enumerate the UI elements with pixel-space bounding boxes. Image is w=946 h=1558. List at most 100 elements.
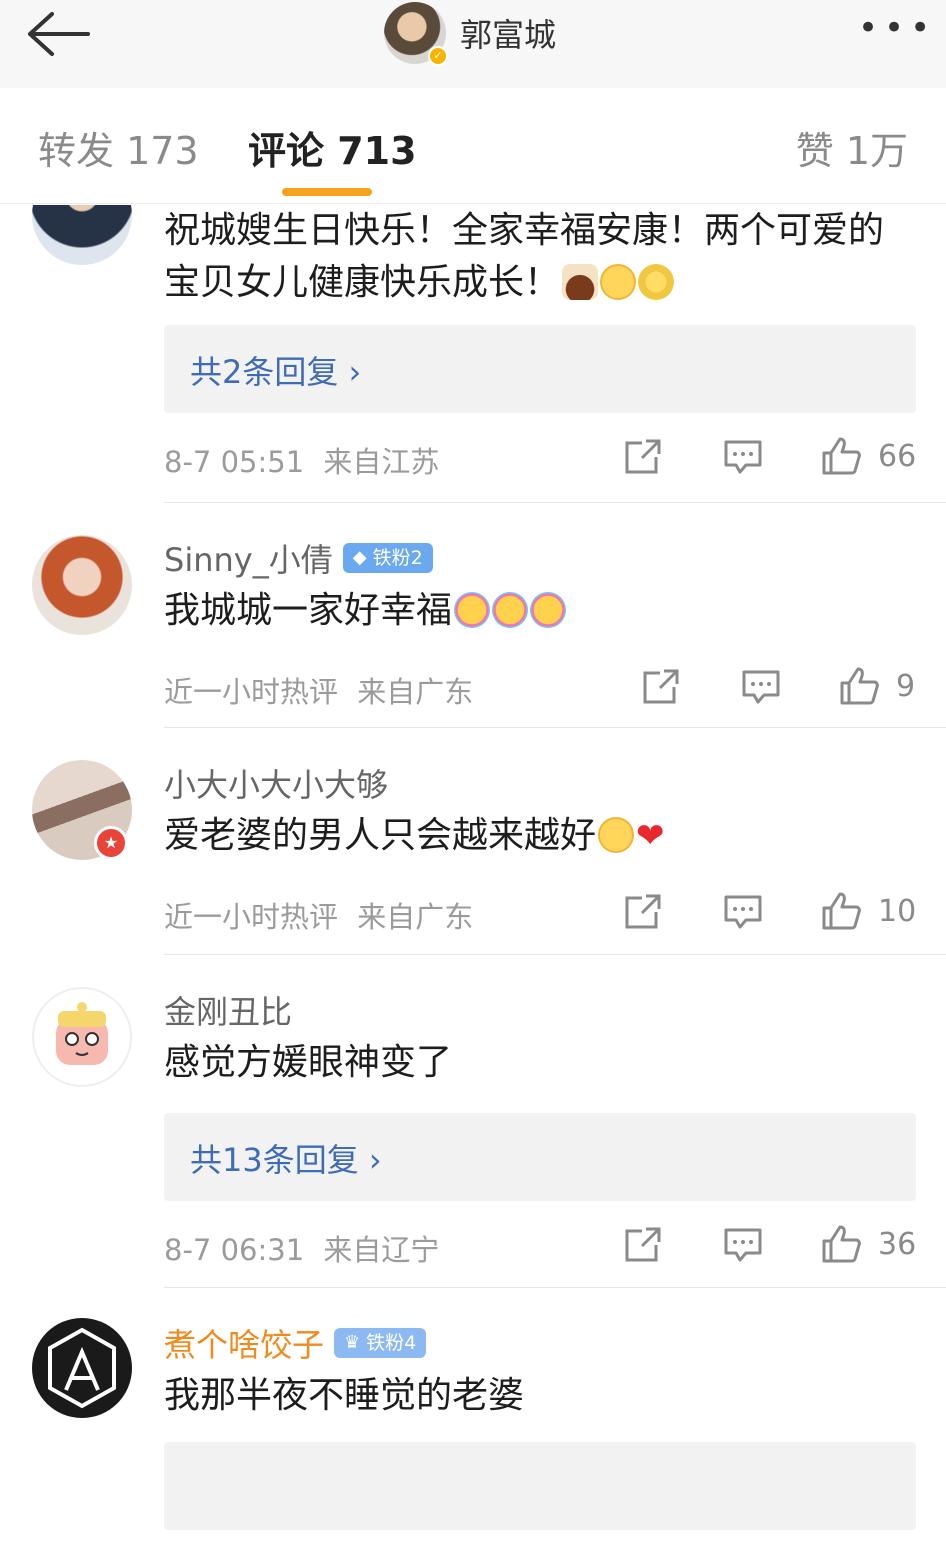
- divider: [164, 502, 946, 503]
- comment-text: 感觉方媛眼神变了: [164, 1042, 453, 1083]
- reply-button[interactable]: [740, 667, 782, 707]
- more-dots-icon: •••: [858, 8, 937, 48]
- location: 来自广东: [357, 675, 474, 709]
- comment-item: 煮个啥饺子 ♛ 铁粉4 我那半夜不睡觉的老婆: [0, 1290, 946, 1558]
- fan-badge: ◆ 铁粉2: [342, 543, 433, 573]
- tab-bar: 转发 173 评论 713 赞 1万: [0, 88, 946, 204]
- smile-emoji-icon: [600, 264, 637, 300]
- username[interactable]: 小大小大小大够: [164, 760, 388, 806]
- avatar[interactable]: [32, 205, 132, 265]
- verified-badge-icon: ✓: [428, 46, 448, 66]
- share-icon: [625, 1227, 661, 1262]
- replies-link[interactable]: 共2条回复 ›: [164, 325, 916, 413]
- repost-button[interactable]: [622, 1225, 664, 1265]
- comment-text: 爱老婆的男人只会越来越好 ❤: [164, 810, 916, 862]
- comment-list: 祝城嫂生日快乐！全家幸福安康！两个可爱的宝贝女儿健康快乐成长！ 共2条回复 › …: [0, 205, 946, 1558]
- divider: [164, 1287, 946, 1288]
- timestamp: 近一小时热评: [164, 900, 339, 934]
- thumbs-up-icon: [822, 437, 861, 475]
- flower-emoji-icon: [638, 264, 675, 300]
- replies-link[interactable]: 共13条回复 ›: [164, 1113, 916, 1201]
- diamond-icon: ◆: [352, 547, 367, 568]
- reply-button[interactable]: [722, 1225, 764, 1265]
- share-icon: [625, 894, 661, 929]
- avatar[interactable]: [32, 1318, 132, 1418]
- arrow-left-icon: [28, 12, 90, 56]
- kiss-emoji-icon: [530, 592, 567, 628]
- comment-meta: 近一小时热评 来自广东: [164, 669, 473, 711]
- comment-icon: [724, 1228, 762, 1262]
- username-text: 金刚丑比: [164, 993, 293, 1031]
- divider: [164, 954, 946, 955]
- location: 来自广东: [357, 900, 474, 934]
- repost-button[interactable]: [622, 892, 664, 932]
- fan-badge-label: 铁粉4: [366, 1332, 417, 1354]
- like-count: 36: [878, 1227, 917, 1262]
- replies-label: 共13条回复 ›: [190, 1141, 382, 1179]
- username-text: 煮个啥饺子: [164, 1326, 325, 1364]
- kiss-emoji-icon: [492, 592, 529, 628]
- comment-text: 祝城嫂生日快乐！全家幸福安康！两个可爱的宝贝女儿健康快乐成长！: [164, 210, 885, 303]
- comment-icon: [724, 440, 762, 474]
- comment-text: 我城城一家好幸福: [164, 585, 916, 637]
- share-icon: [643, 669, 679, 704]
- avatar[interactable]: ✓: [384, 2, 448, 66]
- active-tab-indicator: [282, 188, 372, 196]
- cartoon-avatar-icon: [56, 1002, 108, 1065]
- fan-badge: ♛ 铁粉4: [334, 1328, 427, 1358]
- tab-likes[interactable]: 赞 1万: [796, 120, 908, 175]
- comment-item: 祝城嫂生日快乐！全家幸福安康！两个可爱的宝贝女儿健康快乐成长！ 共2条回复 › …: [0, 205, 946, 505]
- like-count: 9: [896, 669, 916, 704]
- comment-meta: 近一小时热评 来自广东: [164, 894, 473, 936]
- username[interactable]: Sinny_小倩 ◆ 铁粉2: [164, 535, 433, 581]
- reply-button[interactable]: [722, 892, 764, 932]
- cake-emoji-icon: [562, 264, 599, 300]
- band-logo-icon: [48, 1327, 116, 1409]
- comment-item: Sinny_小倩 ◆ 铁粉2 我城城一家好幸福 近一小时热评 来自广东 9: [0, 505, 946, 727]
- profile-title[interactable]: ✓ 郭富城: [384, 2, 557, 66]
- thumbs-up-icon: [822, 892, 861, 930]
- star-badge-icon: ★: [94, 826, 128, 860]
- username-text: Sinny_小倩: [164, 541, 333, 579]
- comment-meta: 8-7 06:31 来自辽宁: [164, 1227, 439, 1269]
- comment-item: ★ 小大小大小大够 爱老婆的男人只会越来越好 ❤ 近一小时热评 来自广东 10: [0, 730, 946, 954]
- like-button[interactable]: [820, 890, 862, 930]
- location: 来自辽宁: [323, 1233, 440, 1267]
- username[interactable]: 金刚丑比: [164, 987, 292, 1033]
- comment-icon: [742, 670, 780, 704]
- avatar[interactable]: [32, 535, 132, 635]
- top-bar: ✓ 郭富城 •••: [0, 0, 946, 88]
- page-title: 郭富城: [460, 16, 557, 54]
- hug-emoji-icon: [598, 817, 635, 853]
- timestamp: 8-7 06:31: [164, 1233, 305, 1267]
- like-count: 66: [878, 439, 917, 474]
- replies-label: 共2条回复 ›: [190, 353, 362, 391]
- comment-meta: 8-7 05:51 来自江苏: [164, 439, 439, 481]
- like-count: 10: [878, 894, 917, 929]
- location: 来自江苏: [323, 445, 440, 479]
- back-button[interactable]: [22, 6, 94, 62]
- comment-text: 我那半夜不睡觉的老婆: [164, 1375, 525, 1416]
- thumbs-up-icon: [840, 667, 879, 705]
- more-button[interactable]: •••: [858, 11, 930, 46]
- like-button[interactable]: [820, 435, 862, 475]
- tab-repost[interactable]: 转发 173: [38, 120, 199, 175]
- heart-emoji-icon: ❤: [636, 816, 665, 856]
- reply-button[interactable]: [722, 437, 764, 477]
- avatar[interactable]: [32, 987, 132, 1087]
- comment-item: 金刚丑比 感觉方媛眼神变了 共13条回复 › 8-7 06:31 来自辽宁 36: [0, 957, 946, 1285]
- like-button[interactable]: [838, 665, 880, 705]
- share-icon: [625, 439, 661, 474]
- replies-placeholder: [164, 1442, 916, 1530]
- fan-badge-label: 铁粉2: [372, 547, 423, 569]
- crown-icon: ♛: [344, 1332, 361, 1353]
- kiss-emoji-icon: [454, 592, 491, 628]
- username[interactable]: 煮个啥饺子 ♛ 铁粉4: [164, 1320, 427, 1366]
- timestamp: 8-7 05:51: [164, 445, 305, 479]
- username-text: 小大小大小大够: [164, 766, 389, 804]
- repost-button[interactable]: [622, 437, 664, 477]
- like-button[interactable]: [820, 1223, 862, 1263]
- repost-button[interactable]: [640, 667, 682, 707]
- thumbs-up-icon: [822, 1225, 861, 1263]
- timestamp: 近一小时热评: [164, 675, 339, 709]
